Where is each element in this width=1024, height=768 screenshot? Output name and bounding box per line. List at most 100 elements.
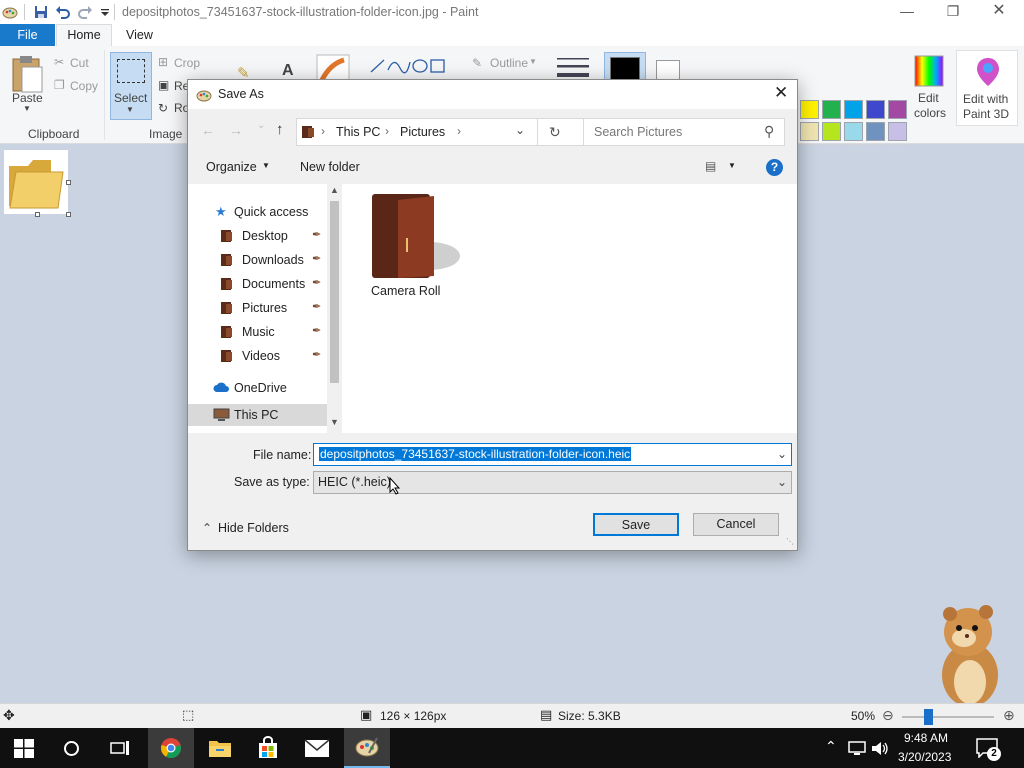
resize-grip-icon[interactable]: ⋱ <box>786 537 794 546</box>
cut-button[interactable]: Cut <box>70 56 89 70</box>
new-folder-button[interactable]: New folder <box>300 160 360 174</box>
palette-swatch[interactable] <box>866 122 885 141</box>
filename-field[interactable]: depositphotos_73451637-stock-illustratio… <box>313 443 792 466</box>
chevron-up-icon[interactable]: ⌃ <box>202 521 212 535</box>
search-input[interactable]: Search Pictures <box>594 125 682 139</box>
pin-icon[interactable]: ✒ <box>312 228 321 241</box>
pin-icon[interactable]: ✒ <box>312 252 321 265</box>
file-explorer-icon[interactable] <box>208 738 232 758</box>
palette-swatch[interactable] <box>888 100 907 119</box>
edit-colors-icon[interactable] <box>914 55 944 87</box>
microsoft-store-icon[interactable] <box>256 736 280 760</box>
scroll-up-icon[interactable]: ▲ <box>330 185 339 195</box>
maximize-button[interactable]: ❐ <box>930 0 976 24</box>
customize-qat-icon[interactable] <box>97 4 113 20</box>
view-options-icon[interactable]: ▤ <box>705 159 716 173</box>
paint-taskbar-button[interactable] <box>344 728 390 768</box>
paint3d-button[interactable]: Edit with Paint 3D <box>956 50 1018 126</box>
save-icon[interactable] <box>33 4 49 20</box>
palette-swatch[interactable] <box>866 100 885 119</box>
nav-item-music[interactable]: Music <box>242 322 275 342</box>
pin-icon[interactable]: ✒ <box>312 324 321 337</box>
shapes-gallery[interactable] <box>368 56 448 76</box>
save-type-select[interactable]: HEIC (*.heic) ⌄ <box>313 471 792 494</box>
nav-scrollbar[interactable]: ▲ ▼ <box>327 184 342 433</box>
organize-dropdown-icon[interactable]: ▼ <box>262 161 270 170</box>
file-menu[interactable]: File <box>0 24 55 46</box>
folder-item[interactable]: Camera Roll <box>362 190 470 302</box>
resize-handle-right[interactable] <box>66 180 71 185</box>
nav-item-videos[interactable]: Videos <box>242 346 280 366</box>
task-view-icon[interactable] <box>110 740 130 756</box>
palette-swatch[interactable] <box>844 100 863 119</box>
dialog-close-button[interactable]: ✕ <box>774 83 788 103</box>
redo-icon[interactable] <box>77 4 93 20</box>
outline-button[interactable]: Outline <box>490 56 528 70</box>
zoom-in-icon[interactable]: ⊕ <box>1003 707 1015 724</box>
filename-input[interactable]: depositphotos_73451637-stock-illustratio… <box>319 447 632 461</box>
crop-button[interactable]: Crop <box>174 56 200 70</box>
back-icon[interactable]: ← <box>201 122 215 138</box>
nav-quick-access[interactable]: Quick access <box>234 202 308 222</box>
zoom-slider[interactable] <box>902 716 994 718</box>
network-icon[interactable] <box>848 741 866 756</box>
nav-item-documents[interactable]: Documents <box>242 274 305 294</box>
select-button[interactable]: Select ▼ <box>110 52 152 120</box>
show-hidden-icons-icon[interactable]: ⌃ <box>825 738 837 755</box>
resize-handle-corner[interactable] <box>66 212 71 217</box>
tab-home[interactable]: Home <box>56 24 112 46</box>
hide-folders-button[interactable]: Hide Folders <box>218 521 289 535</box>
help-icon[interactable]: ? <box>766 159 783 176</box>
palette-swatch[interactable] <box>888 122 907 141</box>
nav-item-pictures[interactable]: Pictures <box>242 298 287 318</box>
search-icon[interactable]: ⚲ <box>764 123 774 140</box>
clock-date[interactable]: 3/20/2023 <box>898 750 951 764</box>
up-folder-icon[interactable]: ↑ <box>276 121 284 138</box>
close-button[interactable]: ✕ <box>976 0 1022 24</box>
view-dropdown-icon[interactable]: ▼ <box>728 161 736 170</box>
cancel-button[interactable]: Cancel <box>693 513 779 536</box>
minimize-button[interactable]: — <box>884 0 930 24</box>
save-button[interactable]: Save <box>593 513 679 536</box>
palette-swatch[interactable] <box>800 100 819 119</box>
file-list[interactable]: Camera Roll <box>342 184 797 433</box>
refresh-icon[interactable]: ↻ <box>549 124 561 141</box>
tab-view[interactable]: View <box>126 24 153 46</box>
address-dropdown-icon[interactable]: ⌄ <box>515 123 525 137</box>
text-tool-icon[interactable]: A <box>282 62 294 80</box>
palette-swatch[interactable] <box>844 122 863 141</box>
forward-icon[interactable]: → <box>229 122 243 138</box>
breadcrumb-this-pc[interactable]: This PC <box>336 125 380 139</box>
clock-time[interactable]: 9:48 AM <box>904 731 948 745</box>
search-taskbar-icon[interactable] <box>64 741 79 756</box>
save-type-dropdown-icon[interactable]: ⌄ <box>777 475 787 489</box>
copy-button[interactable]: Copy <box>70 79 98 93</box>
filename-dropdown-icon[interactable]: ⌄ <box>777 447 787 461</box>
image-canvas[interactable] <box>4 150 68 214</box>
scroll-down-icon[interactable]: ▼ <box>330 417 339 427</box>
scroll-thumb[interactable] <box>330 201 339 383</box>
pin-icon[interactable]: ✒ <box>312 300 321 313</box>
pin-icon[interactable]: ✒ <box>312 276 321 289</box>
recent-locations-icon[interactable]: ⌄ <box>257 120 265 131</box>
paste-dropdown-icon[interactable]: ▼ <box>23 104 31 113</box>
resize-handle-bottom[interactable] <box>35 212 40 217</box>
nav-this-pc-row[interactable]: This PC <box>188 404 327 426</box>
breadcrumb-pictures[interactable]: Pictures <box>400 125 445 139</box>
pin-icon[interactable]: ✒ <box>312 348 321 361</box>
undo-icon[interactable] <box>55 4 71 20</box>
nav-onedrive[interactable]: OneDrive <box>234 378 287 398</box>
nav-item-desktop[interactable]: Desktop <box>242 226 288 246</box>
chrome-taskbar-button[interactable] <box>148 728 194 768</box>
palette-swatch[interactable] <box>800 122 819 141</box>
organize-button[interactable]: Organize <box>206 160 257 174</box>
zoom-out-icon[interactable]: ⊖ <box>882 707 894 724</box>
search-box[interactable]: Search Pictures ⚲ <box>583 118 785 146</box>
nav-item-downloads[interactable]: Downloads <box>242 250 304 270</box>
outline-dropdown-icon[interactable]: ▼ <box>529 57 537 66</box>
palette-swatch[interactable] <box>822 100 841 119</box>
paste-button[interactable]: Paste <box>12 91 43 105</box>
palette-swatch[interactable] <box>822 122 841 141</box>
mail-icon[interactable] <box>304 739 330 758</box>
paint-app-icon[interactable] <box>2 4 18 20</box>
